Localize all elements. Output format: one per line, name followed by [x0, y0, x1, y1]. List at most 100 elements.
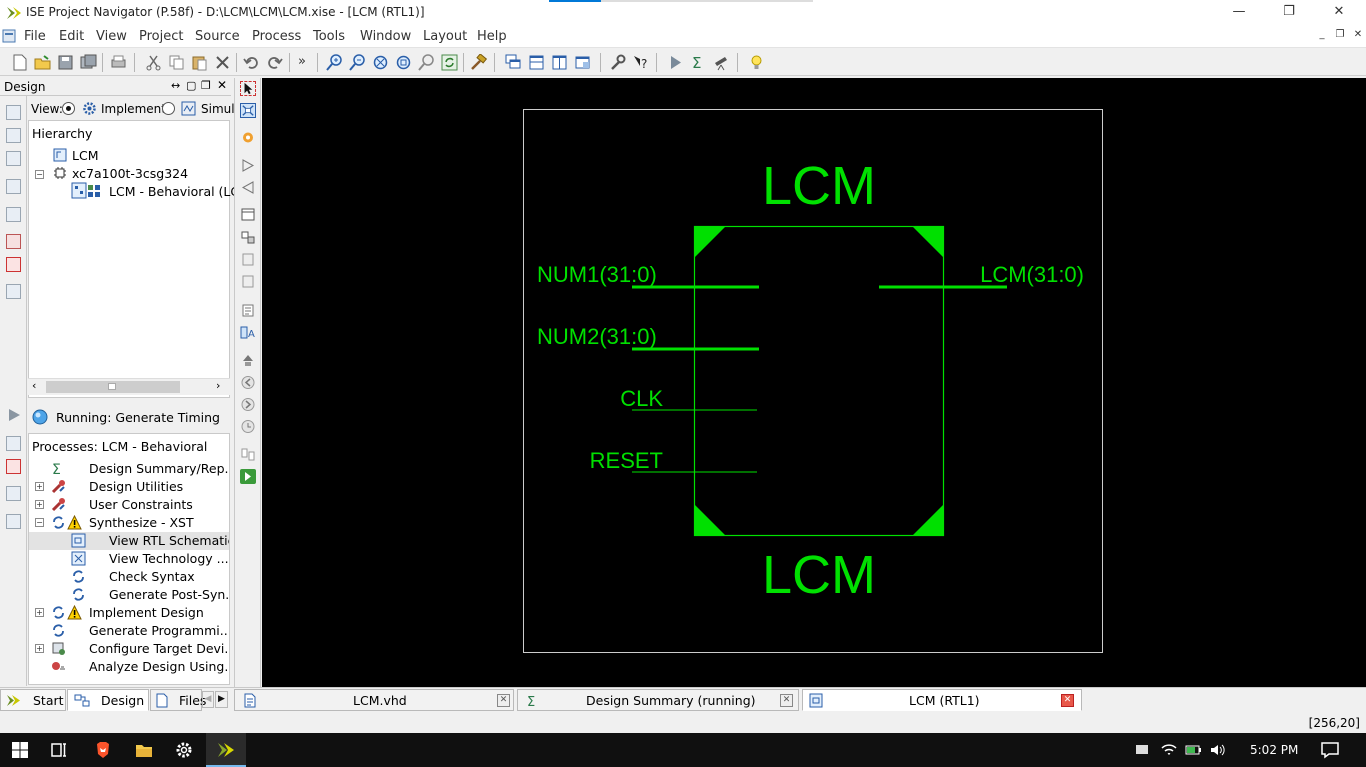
mdi-restore-button[interactable]: ❐: [1332, 29, 1348, 43]
implementation-radio[interactable]: [62, 102, 75, 115]
save-icon[interactable]: [57, 54, 74, 71]
source-properties-icon[interactable]: [6, 207, 21, 222]
back-icon[interactable]: [240, 375, 256, 390]
menu-layout[interactable]: Layout: [423, 29, 467, 44]
process-generate-post-syn[interactable]: Generate Post-Syn...: [29, 586, 229, 604]
history-icon[interactable]: [240, 419, 256, 434]
add-to-view-icon[interactable]: [240, 207, 256, 222]
expand-toggle[interactable]: +: [35, 500, 44, 509]
processes-layout-icon[interactable]: [6, 514, 21, 529]
menu-help[interactable]: Help: [477, 29, 507, 44]
design-properties-icon[interactable]: [6, 234, 21, 249]
expand-toggle[interactable]: +: [35, 644, 44, 653]
mdi-close-button[interactable]: ✕: [1350, 29, 1366, 43]
new-source-icon[interactable]: [6, 105, 21, 120]
panel-float-icon[interactable]: ❐: [201, 79, 211, 92]
collapse-toggle[interactable]: −: [35, 518, 44, 527]
copy-icon[interactable]: [168, 54, 185, 71]
forward-icon[interactable]: [240, 397, 256, 412]
rerun-icon[interactable]: [6, 436, 21, 451]
panel-close-icon[interactable]: ✕: [217, 78, 227, 92]
export-icon[interactable]: [240, 469, 256, 484]
wrench-icon[interactable]: [609, 54, 626, 71]
process-implement-design[interactable]: + Implement Design: [29, 604, 229, 622]
tile-vertical-icon[interactable]: [551, 54, 568, 71]
run-process-icon[interactable]: [7, 408, 21, 422]
schematic-canvas[interactable]: LCM LCM NUM1(31:0) NUM2(31:0) CLK RESET …: [262, 78, 1366, 687]
remove-from-view-icon[interactable]: [240, 230, 256, 245]
telescope-icon[interactable]: [713, 54, 730, 71]
hierarchy-view-icon[interactable]: [6, 179, 21, 194]
hide-all-icon[interactable]: [240, 274, 256, 289]
print-icon[interactable]: [110, 54, 127, 71]
delete-icon[interactable]: [214, 54, 231, 71]
expand-toggle[interactable]: +: [35, 482, 44, 491]
zoom-in-icon[interactable]: [326, 54, 343, 71]
process-configure-target[interactable]: + Configure Target Devi...: [29, 640, 229, 658]
checklist-icon[interactable]: [6, 257, 21, 272]
page-view-icon[interactable]: [240, 447, 256, 462]
scroll-left-icon[interactable]: ‹: [32, 379, 36, 392]
sigma-icon[interactable]: Σ: [690, 54, 707, 71]
collapse-toggle[interactable]: −: [35, 170, 44, 179]
ise-taskbar-button[interactable]: [206, 733, 246, 767]
settings-gear-icon[interactable]: [175, 741, 193, 759]
process-generate-programming[interactable]: Generate Programmi...: [29, 622, 229, 640]
add-source-icon[interactable]: [6, 128, 21, 143]
tabs-scroll-left-icon[interactable]: ◀: [202, 691, 214, 708]
stop-icon[interactable]: [6, 486, 21, 501]
menu-window[interactable]: Window: [360, 29, 411, 44]
tile-horizontal-icon[interactable]: [528, 54, 545, 71]
tab-close-icon[interactable]: ✕: [497, 694, 510, 707]
close-button[interactable]: ✕: [1316, 0, 1362, 26]
cascade-windows-icon[interactable]: [505, 54, 522, 71]
refresh-icon[interactable]: [441, 54, 458, 71]
process-synthesize[interactable]: − Synthesize - XST: [29, 514, 229, 532]
select-pointer-icon[interactable]: [240, 81, 256, 96]
document-menu-icon[interactable]: [2, 29, 16, 43]
run-icon[interactable]: [667, 54, 684, 71]
task-view-icon[interactable]: [50, 741, 68, 759]
add-copy-source-icon[interactable]: [6, 151, 21, 166]
expand-toggle[interactable]: +: [35, 608, 44, 617]
tab-close-icon[interactable]: ✕: [780, 694, 793, 707]
process-view-technology[interactable]: View Technology ...: [29, 550, 229, 568]
menu-source[interactable]: Source: [195, 29, 240, 44]
scroll-right-icon[interactable]: ›: [216, 379, 220, 392]
rerun-all-icon[interactable]: [6, 459, 21, 474]
clock-time[interactable]: 5:02 PM: [1250, 743, 1298, 757]
action-center-icon[interactable]: [1320, 741, 1340, 759]
lcm-block[interactable]: [693, 225, 945, 537]
annotate-icon[interactable]: A: [240, 325, 256, 340]
tabs-scroll-right-icon[interactable]: ▶: [215, 691, 228, 708]
lightbulb-icon[interactable]: [748, 54, 765, 71]
wifi-icon[interactable]: [1160, 742, 1178, 758]
show-all-icon[interactable]: [240, 252, 256, 267]
menu-view[interactable]: View: [96, 29, 127, 44]
doc-tab-lcm-vhd[interactable]: LCM.vhd ✕: [234, 689, 514, 711]
file-explorer-icon[interactable]: [135, 741, 153, 759]
process-user-constraints[interactable]: + User Constraints: [29, 496, 229, 514]
menu-tools[interactable]: Tools: [313, 29, 345, 44]
forward-trace-icon[interactable]: [240, 158, 256, 173]
push-up-icon[interactable]: [240, 353, 256, 368]
menu-process[interactable]: Process: [252, 29, 301, 44]
panel-minimize-icon[interactable]: ▢: [186, 79, 196, 92]
process-view-rtl-schematic[interactable]: View RTL Schematic: [29, 532, 229, 550]
tab-start[interactable]: Start: [0, 689, 66, 711]
cut-icon[interactable]: [145, 54, 162, 71]
brave-browser-icon[interactable]: [94, 741, 112, 759]
paste-icon[interactable]: [191, 54, 208, 71]
undo-icon[interactable]: [243, 54, 260, 71]
mdi-minimize-button[interactable]: _: [1314, 29, 1330, 43]
tab-design[interactable]: Design: [67, 689, 149, 711]
tab-close-icon[interactable]: ✕: [1061, 694, 1074, 707]
new-file-icon[interactable]: [11, 54, 28, 71]
menu-edit[interactable]: Edit: [59, 29, 84, 44]
backward-trace-icon[interactable]: [240, 180, 256, 195]
menu-file[interactable]: File: [24, 29, 46, 44]
notification-area-icon[interactable]: [1135, 744, 1149, 756]
menu-project[interactable]: Project: [139, 29, 183, 44]
hierarchy-horizontal-scrollbar[interactable]: ‹ ›: [28, 378, 230, 395]
maximize-button[interactable]: ❐: [1266, 0, 1312, 26]
